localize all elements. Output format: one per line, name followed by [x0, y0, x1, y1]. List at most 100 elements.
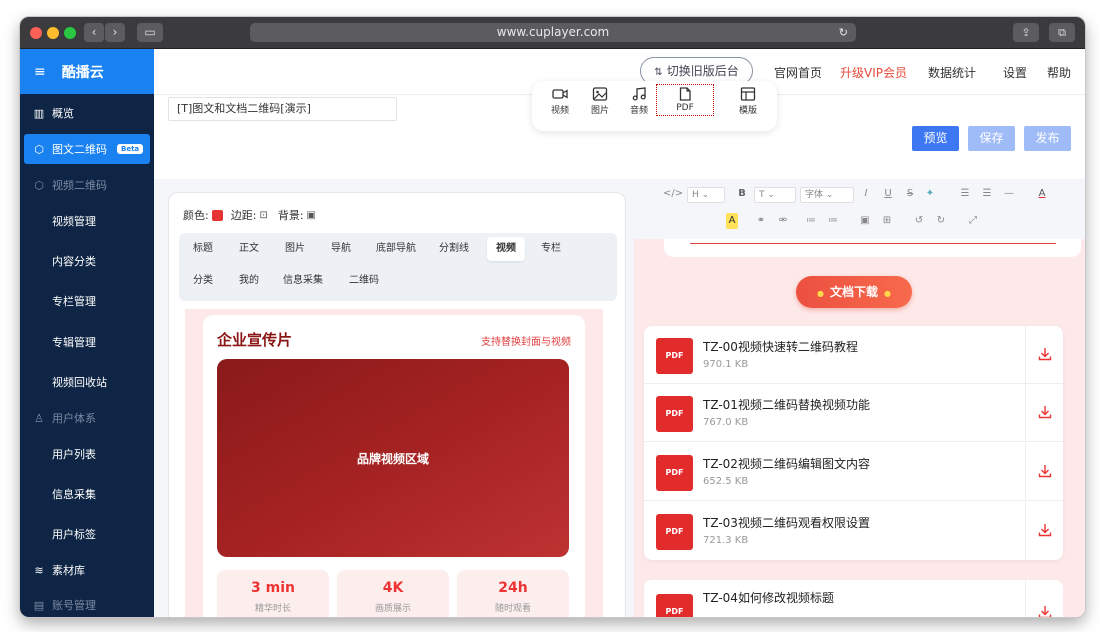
italic-icon[interactable]: I	[860, 186, 872, 202]
sidebar-item-info-collect[interactable]: 信息采集	[20, 479, 154, 509]
file-row[interactable]: PDF TZ-04如何修改视频标题	[644, 580, 1063, 617]
download-icon[interactable]	[1025, 384, 1063, 442]
file-row[interactable]: PDF TZ-00视频快速转二维码教程 970.1 KB	[644, 326, 1063, 384]
tab-nav[interactable]: 导航	[321, 237, 361, 261]
component-tabs: 标题 正文 图片 导航 底部导航 分割线 视频 专栏 分类 我的 信息采集 二维…	[179, 233, 617, 301]
preview-button[interactable]: 预览	[912, 126, 959, 151]
minimize-window-button[interactable]	[47, 27, 59, 39]
fullscreen-icon[interactable]: ⤢	[966, 213, 980, 229]
maximize-window-button[interactable]	[64, 27, 76, 39]
nav-settings-link[interactable]: 设置	[1003, 64, 1027, 81]
tab-video[interactable]: 视频	[487, 237, 525, 261]
download-icon[interactable]	[1025, 580, 1063, 617]
nav-upgrade-vip-link[interactable]: 升级VIP会员	[840, 64, 907, 81]
sidebar-item-user-tags[interactable]: 用户标签	[20, 519, 154, 549]
underline-icon[interactable]: U	[882, 186, 894, 202]
tab-qrcode[interactable]: 二维码	[341, 269, 387, 293]
font-family-select[interactable]: 字体 ⌄	[800, 187, 854, 203]
close-window-button[interactable]	[30, 27, 42, 39]
address-bar[interactable]: www.cuplayer.com ↻	[250, 23, 856, 42]
undo-icon[interactable]: ↺	[912, 213, 926, 229]
stat-value: 3 min	[251, 580, 295, 596]
image-icon[interactable]: ▣	[307, 210, 316, 221]
margin-icon[interactable]: ⊡	[259, 210, 267, 221]
sidebar-item-image-text-qrcode[interactable]: ⬡ 图文二维码 Beta	[24, 134, 150, 164]
align-left-icon[interactable]: ☰	[958, 186, 972, 202]
stat-label: 精华时长	[254, 604, 291, 614]
tab-column[interactable]: 专栏	[531, 237, 571, 261]
main-area: ⇅ 切换旧版后台 官网首页 升级VIP会员 数据统计 设置 帮助 [T]图文和文档…	[154, 49, 1085, 617]
file-row[interactable]: PDF TZ-02视频二维码编辑图文内容 652.5 KB	[644, 443, 1063, 501]
video-card[interactable]: 企业宣传片 支持替换封面与视频 品牌视频区域 3 min 精华时长 4K 画质展…	[203, 315, 585, 617]
back-icon[interactable]: ‹	[84, 23, 104, 42]
tab-divider[interactable]: 分割线	[431, 237, 477, 261]
save-button[interactable]: 保存	[968, 126, 1015, 151]
menu-icon[interactable]: ≡	[34, 64, 46, 80]
tab-mine[interactable]: 我的	[229, 269, 269, 293]
table-icon[interactable]: ⊞	[880, 213, 894, 229]
sidebar-item-content-category[interactable]: 内容分类	[20, 246, 154, 276]
sidebar-group-video-qrcode[interactable]: ⬡ 视频二维码	[20, 170, 154, 200]
tabs-overview-icon[interactable]: ⧉	[1049, 23, 1075, 42]
sidebar-item-album-manage[interactable]: 专辑管理	[20, 327, 154, 357]
color-swatch[interactable]	[211, 209, 223, 221]
tab-image[interactable]: 图片	[275, 237, 315, 261]
layers-icon: ≋	[34, 563, 44, 577]
file-row[interactable]: PDF TZ-01视频二维码替换视频功能 767.0 KB	[644, 384, 1063, 442]
beta-badge: Beta	[117, 144, 144, 154]
sidebar-item-user-list[interactable]: 用户列表	[20, 439, 154, 469]
sidebar-item-video-trash[interactable]: 视频回收站	[20, 367, 154, 397]
highlight-icon[interactable]: A	[726, 213, 738, 229]
bullet-list-icon[interactable]: ≔	[826, 213, 840, 229]
font-size-select[interactable]: T ⌄	[754, 187, 796, 203]
link-icon[interactable]: ⚭	[754, 213, 768, 229]
publish-button[interactable]: 发布	[1024, 126, 1071, 151]
sidebar-group-account-manage[interactable]: ▤ 账号管理	[20, 590, 154, 617]
font-color-icon[interactable]: A	[1036, 186, 1048, 202]
brand-video-area[interactable]: 品牌视频区域	[217, 359, 569, 557]
sidebar-item-video-manage[interactable]: 视频管理	[20, 206, 154, 236]
replace-cover-link[interactable]: 支持替换封面与视频	[481, 333, 571, 348]
tab-bottom-nav[interactable]: 底部导航	[367, 237, 425, 261]
insert-video-button[interactable]: 视频	[543, 87, 577, 116]
ordered-list-icon[interactable]: ≔	[804, 213, 818, 229]
download-icon[interactable]	[1025, 443, 1063, 501]
tab-title[interactable]: 标题	[183, 237, 223, 261]
forward-icon[interactable]: ›	[105, 23, 125, 42]
sidebar-toggle-icon[interactable]: ▭	[137, 23, 163, 42]
insert-audio-button[interactable]: 音频	[622, 87, 656, 116]
insert-image-button[interactable]: 图片	[583, 87, 617, 116]
nav-home-link[interactable]: 官网首页	[774, 64, 822, 81]
nav-statistics-link[interactable]: 数据统计	[928, 64, 976, 81]
code-icon[interactable]: </>	[663, 186, 683, 202]
image-icon[interactable]: ▣	[858, 213, 872, 229]
sidebar-item-material-library[interactable]: ≋ 素材库	[20, 555, 154, 585]
heading-select[interactable]: H ⌄	[687, 187, 725, 203]
music-icon	[632, 87, 646, 101]
tab-body[interactable]: 正文	[229, 237, 269, 261]
align-center-icon[interactable]: ☰	[980, 186, 994, 202]
download-icon[interactable]	[1025, 326, 1063, 384]
redo-icon[interactable]: ↻	[934, 213, 948, 229]
tab-info-collect[interactable]: 信息采集	[275, 269, 331, 293]
strikethrough-icon[interactable]: S	[904, 186, 916, 202]
download-icon[interactable]	[1025, 502, 1063, 560]
insert-template-button[interactable]: 模版	[731, 87, 765, 116]
share-icon[interactable]: ⇪	[1013, 23, 1039, 42]
sidebar-item-overview[interactable]: ▥ 概览	[20, 98, 154, 128]
file-row[interactable]: PDF TZ-03视频二维码观看权限设置 721.3 KB	[644, 502, 1063, 560]
unlink-icon[interactable]: ⚮	[776, 213, 790, 229]
title-input[interactable]: [T]图文和文档二维码[演示]	[168, 97, 397, 121]
sidebar-item-column-manage[interactable]: 专栏管理	[20, 286, 154, 316]
reload-icon[interactable]: ↻	[839, 23, 848, 42]
insert-pdf-button[interactable]: PDF	[656, 84, 714, 116]
nav-help-link[interactable]: 帮助	[1047, 64, 1071, 81]
sidebar-item-label: 图文二维码	[52, 143, 107, 156]
sparkle-icon[interactable]: ✦	[924, 186, 936, 202]
sidebar-group-user-system[interactable]: ♙ 用户体系	[20, 403, 154, 433]
horizontal-rule-icon[interactable]: —	[1002, 186, 1016, 202]
tab-category[interactable]: 分类	[183, 269, 223, 293]
bold-icon[interactable]: B	[736, 186, 748, 202]
document-download-button[interactable]: ● 文档下载 ●	[796, 276, 912, 308]
sidebar-item-label: 用户列表	[52, 448, 96, 461]
